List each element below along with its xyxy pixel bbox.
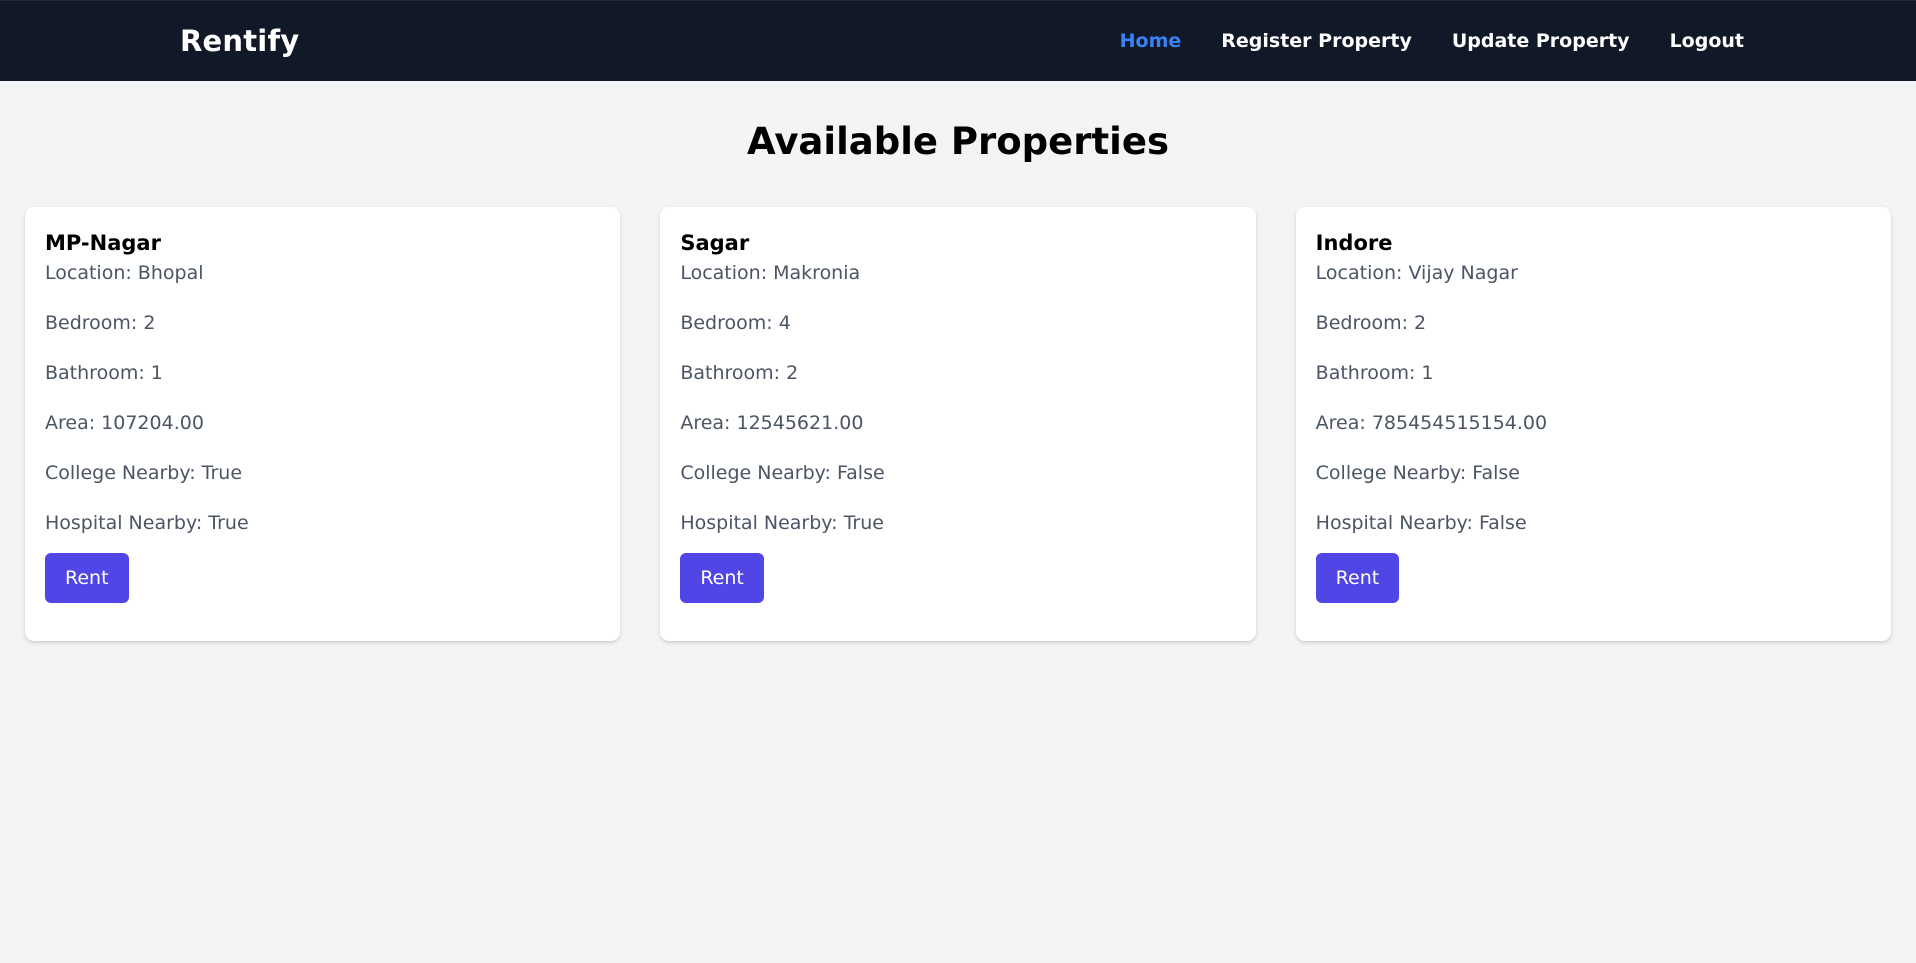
property-card: Indore Location: Vijay Nagar Bedroom: 2 … <box>1295 206 1891 641</box>
nav-link-home[interactable]: Home <box>1120 30 1182 52</box>
property-hospital-nearby: Hospital Nearby: True <box>45 511 249 534</box>
property-area: Area: 12545621.00 <box>680 411 864 434</box>
nav-links: Home Register Property Update Property L… <box>1120 30 1744 52</box>
property-bathroom: Bathroom: 1 <box>1315 361 1434 384</box>
property-name: Sagar <box>680 230 750 255</box>
rent-button[interactable]: Rent <box>45 552 129 603</box>
page-title: Available Properties <box>747 120 1169 163</box>
property-hospital-nearby: Hospital Nearby: False <box>1315 511 1527 534</box>
property-hospital-nearby: Hospital Nearby: True <box>680 511 884 534</box>
property-location: Location: Vijay Nagar <box>1315 261 1518 284</box>
property-name: MP-Nagar <box>45 230 161 255</box>
property-bathroom: Bathroom: 2 <box>680 361 799 384</box>
property-bathroom: Bathroom: 1 <box>45 361 163 384</box>
nav-link-register-property[interactable]: Register Property <box>1221 30 1412 52</box>
rent-button[interactable]: Rent <box>1315 552 1400 603</box>
property-card: MP-Nagar Location: Bhopal Bedroom: 2 Bat… <box>25 206 621 641</box>
property-location: Location: Bhopal <box>45 261 204 284</box>
property-card: Sagar Location: Makronia Bedroom: 4 Bath… <box>660 206 1256 641</box>
property-location: Location: Makronia <box>680 261 861 284</box>
nav-link-logout[interactable]: Logout <box>1670 30 1744 52</box>
property-bedroom: Bedroom: 2 <box>45 311 156 334</box>
top-navbar: Rentify Home Register Property Update Pr… <box>0 0 1916 81</box>
property-area: Area: 107204.00 <box>45 411 204 434</box>
property-card-list: MP-Nagar Location: Bhopal Bedroom: 2 Bat… <box>0 206 1916 641</box>
property-college-nearby: College Nearby: False <box>1315 461 1520 484</box>
nav-link-update-property[interactable]: Update Property <box>1452 30 1630 52</box>
property-bedroom: Bedroom: 4 <box>680 311 791 334</box>
property-area: Area: 785454515154.00 <box>1315 411 1548 434</box>
property-bedroom: Bedroom: 2 <box>1315 311 1427 334</box>
property-college-nearby: College Nearby: False <box>680 461 885 484</box>
property-college-nearby: College Nearby: True <box>45 461 243 484</box>
brand-logo[interactable]: Rentify <box>180 24 299 58</box>
rent-button[interactable]: Rent <box>680 552 764 603</box>
property-name: Indore <box>1315 230 1393 255</box>
